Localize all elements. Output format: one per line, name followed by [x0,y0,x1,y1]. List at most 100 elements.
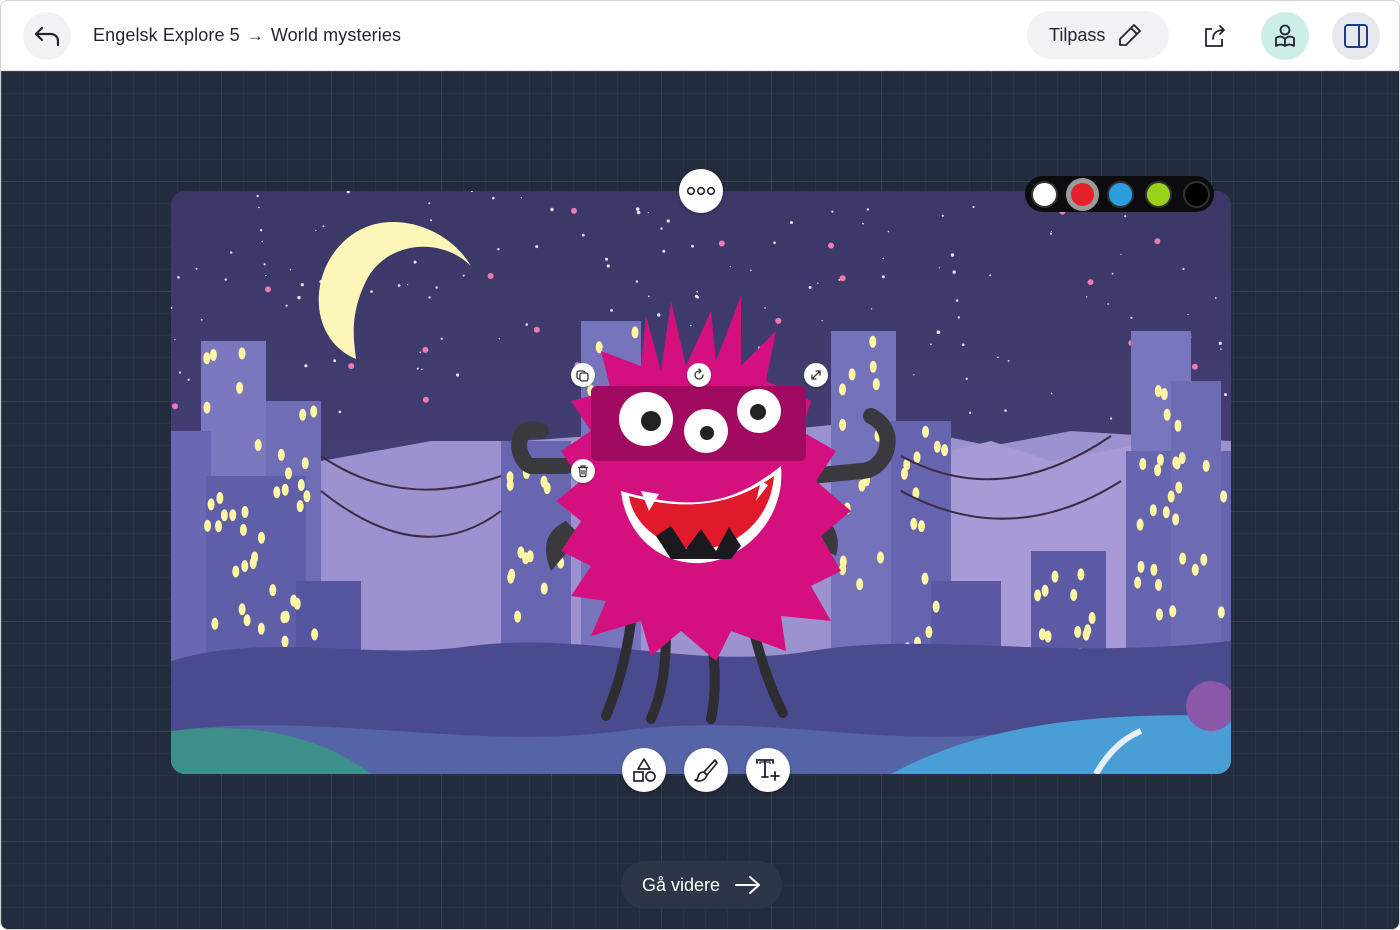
window-light [839,418,847,431]
star [666,219,670,223]
star [1130,316,1133,319]
star [952,270,956,274]
star [261,240,264,243]
window-light [203,401,211,414]
shapes-icon [633,758,656,782]
star [304,364,308,368]
window-light [1200,553,1208,566]
window-light [257,622,265,635]
color-swatch-black[interactable] [1183,180,1210,208]
pink-star [1087,279,1094,286]
star [430,219,433,222]
window-light [282,610,290,623]
window-light [243,614,251,627]
star [1050,392,1053,395]
window-light [1139,458,1147,470]
window-light [921,572,929,585]
rotate-icon [694,368,704,380]
star [440,337,443,340]
window-light [1154,385,1162,397]
star [690,324,692,327]
star [862,222,864,225]
star [428,202,431,205]
window-light [1154,464,1162,477]
star [997,356,999,359]
window-light [839,555,847,568]
text-tool-button[interactable] [746,748,790,792]
window-light [913,451,921,464]
more-options-button[interactable] [679,169,723,213]
tilpass-button[interactable]: Tilpass [1027,11,1169,59]
star [882,257,884,260]
window-light [933,440,941,453]
rotate-handle[interactable] [687,363,711,387]
window-light [1134,576,1142,589]
window-light [236,381,244,394]
breadcrumb-course[interactable]: Engelsk Explore 5 [93,25,240,46]
star [492,196,495,200]
window-light [872,378,880,391]
star [297,295,301,300]
window-light [273,486,281,499]
star [1120,253,1122,256]
star [696,290,699,293]
star [955,299,959,302]
color-swatch-green[interactable] [1145,180,1172,208]
star [315,229,317,232]
star [941,214,944,217]
window-light [848,368,856,381]
star [535,245,539,249]
resize-handle[interactable] [804,363,828,387]
shapes-tool-button[interactable] [622,748,666,792]
pink-star [422,346,429,353]
duplicate-handle[interactable] [571,363,595,387]
continue-button[interactable]: Gå videre [621,861,782,909]
window-light [922,425,929,438]
star [831,210,834,213]
star [647,295,650,298]
star [1224,393,1227,397]
star [1182,267,1185,271]
window-light [1162,506,1170,519]
star [773,241,776,244]
window-light [297,479,305,491]
window-light [1191,563,1199,576]
star [300,283,304,287]
arrow-right-icon [735,876,761,894]
star [1110,417,1113,420]
star [660,227,663,230]
pink-star [571,207,577,214]
back-button[interactable] [23,12,71,60]
star [1214,297,1217,299]
star [913,374,915,376]
trash-icon [578,465,588,478]
star [195,267,198,270]
star [950,253,955,257]
window-light [1070,589,1078,601]
pink-star [487,273,494,279]
color-swatch-white[interactable] [1031,180,1058,208]
star [938,267,941,269]
window-light [1051,570,1059,583]
scene-image[interactable] [171,191,1231,774]
window-light [207,498,215,511]
star [370,290,373,293]
brush-tool-button[interactable] [684,748,728,792]
window-light [1174,419,1182,432]
share-button[interactable] [1191,12,1239,60]
star [870,308,873,310]
star [1004,409,1007,412]
star [1111,272,1114,275]
window-light [220,509,228,522]
reader-profile-button[interactable] [1261,12,1309,60]
delete-handle[interactable] [571,459,595,483]
star [930,343,932,346]
star [606,264,610,268]
color-swatch-red[interactable] [1069,180,1096,208]
star [936,330,941,334]
color-swatch-blue[interactable] [1107,180,1134,208]
more-dots-icon [686,186,716,196]
night-city-illustration [171,191,1231,774]
star [790,221,793,225]
toggle-panel-button[interactable] [1332,12,1380,60]
